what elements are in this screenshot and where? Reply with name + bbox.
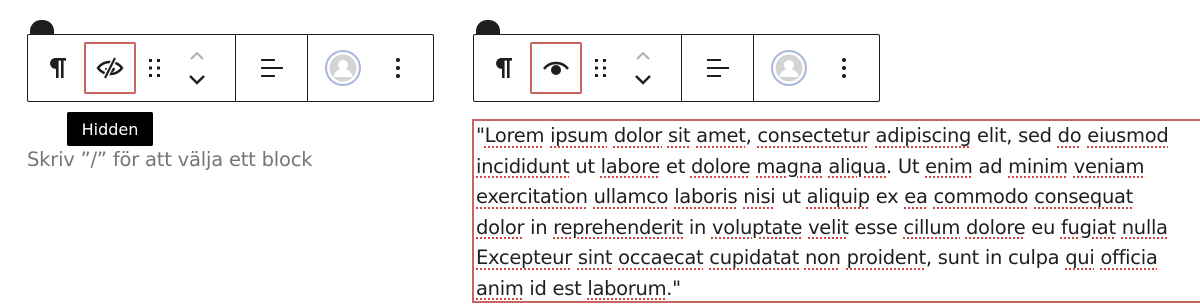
paragraph-text: ex bbox=[869, 185, 905, 208]
paragraph-line: incididunt ut labore et dolore magna ali… bbox=[476, 152, 1200, 183]
spellcheck-word: cillum bbox=[903, 215, 961, 239]
block-toolbar-right bbox=[473, 34, 880, 102]
spellcheck-word: fugiat bbox=[1060, 215, 1116, 239]
toolbar-more-group bbox=[308, 35, 433, 101]
spellcheck-word: sint bbox=[577, 246, 613, 269]
paragraph-text: ut bbox=[569, 154, 601, 178]
spellcheck-word: incididunt bbox=[476, 154, 570, 178]
spellcheck-word: sit bbox=[667, 124, 691, 147]
spellcheck-word: ipsum bbox=[550, 124, 608, 147]
block-toolbar-left bbox=[27, 34, 434, 102]
spellcheck-word: dolor bbox=[613, 124, 663, 147]
spellcheck-word: Lorem bbox=[484, 124, 545, 147]
spellcheck-word: laboris bbox=[674, 185, 738, 208]
pilcrow-icon[interactable] bbox=[32, 42, 84, 94]
spellcheck-word: aliquip bbox=[806, 185, 871, 208]
spellcheck-word: aliqua bbox=[828, 154, 887, 178]
spellcheck-word: nisi bbox=[743, 185, 776, 208]
spellcheck-word: Excepteur bbox=[476, 246, 572, 269]
chevron-up-down-icon[interactable] bbox=[174, 42, 220, 94]
spellcheck-word: ea bbox=[904, 185, 928, 208]
pilcrow-icon[interactable] bbox=[478, 42, 530, 94]
paragraph-text: ." bbox=[666, 276, 681, 300]
spellcheck-word: proident bbox=[846, 246, 927, 269]
spellcheck-word: eiusmod bbox=[1087, 124, 1169, 147]
paragraph-text: " bbox=[476, 124, 485, 147]
spellcheck-word: ullamco bbox=[593, 185, 669, 208]
toolbar-more-group bbox=[754, 35, 879, 101]
more-vertical-icon[interactable] bbox=[372, 42, 424, 94]
paragraph-text: elit, sed bbox=[971, 124, 1058, 147]
spellcheck-word: laborum bbox=[587, 276, 667, 300]
spellcheck-word: dolore bbox=[965, 215, 1026, 239]
spellcheck-word: adipiscing bbox=[875, 124, 972, 147]
paragraph-text: , bbox=[745, 124, 758, 147]
placeholder-text: Skriv ”/” för att välja ett block bbox=[27, 148, 313, 171]
spellcheck-word: qui bbox=[1065, 246, 1095, 269]
align-left-icon[interactable] bbox=[246, 42, 298, 94]
eye-hidden-icon[interactable] bbox=[84, 42, 136, 94]
block-placeholder[interactable]: Skriv ”/” för att välja ett block bbox=[27, 148, 313, 171]
paragraph-line: anim id est laborum." bbox=[476, 274, 1200, 302]
paragraph-text: , sunt in culpa bbox=[925, 246, 1066, 269]
spellcheck-word: anim bbox=[476, 276, 524, 300]
spellcheck-word: exercitation bbox=[476, 185, 588, 208]
spellcheck-word: commodo bbox=[933, 185, 1029, 208]
paragraph-text: . Ut bbox=[886, 154, 926, 178]
paragraph-block[interactable]: "Lorem ipsum dolor sit amet, consectetur… bbox=[472, 119, 1200, 303]
paragraph-line: Excepteur sint occaecat cupidatat non pr… bbox=[476, 243, 1200, 274]
eye-icon[interactable] bbox=[530, 42, 582, 94]
drag-handle-icon[interactable] bbox=[136, 42, 174, 94]
paragraph-text: ad bbox=[972, 154, 1009, 178]
toolbar-align-group bbox=[236, 35, 308, 101]
spellcheck-word: velit bbox=[808, 215, 849, 239]
spellcheck-word: officia bbox=[1100, 246, 1158, 269]
chevron-up-down-icon[interactable] bbox=[620, 42, 666, 94]
avatar-icon[interactable] bbox=[317, 42, 369, 94]
spellcheck-word: dolore bbox=[690, 154, 751, 178]
align-left-icon[interactable] bbox=[692, 42, 744, 94]
toolbar-block-group bbox=[28, 35, 236, 101]
editor-canvas: Hidden Skriv ”/” för att välja ett block bbox=[0, 0, 1200, 307]
spellcheck-word: reprehenderit bbox=[553, 215, 683, 239]
spellcheck-word: consequat bbox=[1034, 185, 1134, 208]
toolbar-align-group bbox=[682, 35, 754, 101]
spellcheck-word: veniam bbox=[1073, 154, 1145, 178]
spellcheck-word: cupidatat bbox=[709, 246, 800, 269]
paragraph-line: exercitation ullamco laboris nisi ut ali… bbox=[476, 182, 1200, 213]
paragraph-text: esse bbox=[848, 215, 904, 239]
paragraph-text: in bbox=[524, 215, 554, 239]
spellcheck-word: minim bbox=[1008, 154, 1068, 178]
spellcheck-word: amet bbox=[696, 124, 746, 147]
spellcheck-word: consectetur bbox=[757, 124, 870, 147]
toolbar-block-group bbox=[474, 35, 682, 101]
spellcheck-word: labore bbox=[600, 154, 661, 178]
avatar-icon[interactable] bbox=[763, 42, 815, 94]
spellcheck-word: non bbox=[804, 246, 841, 269]
paragraph-text: eu bbox=[1025, 215, 1061, 239]
paragraph-text: id est bbox=[523, 276, 588, 300]
spellcheck-word: voluptate bbox=[711, 215, 803, 239]
paragraph-line: dolor in reprehenderit in voluptate veli… bbox=[476, 213, 1200, 244]
spellcheck-word: nulla bbox=[1121, 215, 1168, 239]
tooltip: Hidden bbox=[67, 112, 153, 146]
more-vertical-icon[interactable] bbox=[818, 42, 870, 94]
paragraph-text: et bbox=[660, 154, 691, 178]
tooltip-text: Hidden bbox=[81, 119, 139, 139]
paragraph-text: in bbox=[683, 215, 712, 239]
paragraph-text: ut bbox=[775, 185, 807, 208]
spellcheck-word: dolor bbox=[476, 215, 525, 239]
spellcheck-word: occaecat bbox=[618, 246, 704, 269]
paragraph-line: "Lorem ipsum dolor sit amet, consectetur… bbox=[476, 121, 1200, 152]
spellcheck-word: do bbox=[1057, 124, 1082, 147]
drag-handle-icon[interactable] bbox=[582, 42, 620, 94]
spellcheck-word: enim bbox=[925, 154, 973, 178]
spellcheck-word: magna bbox=[756, 154, 823, 178]
